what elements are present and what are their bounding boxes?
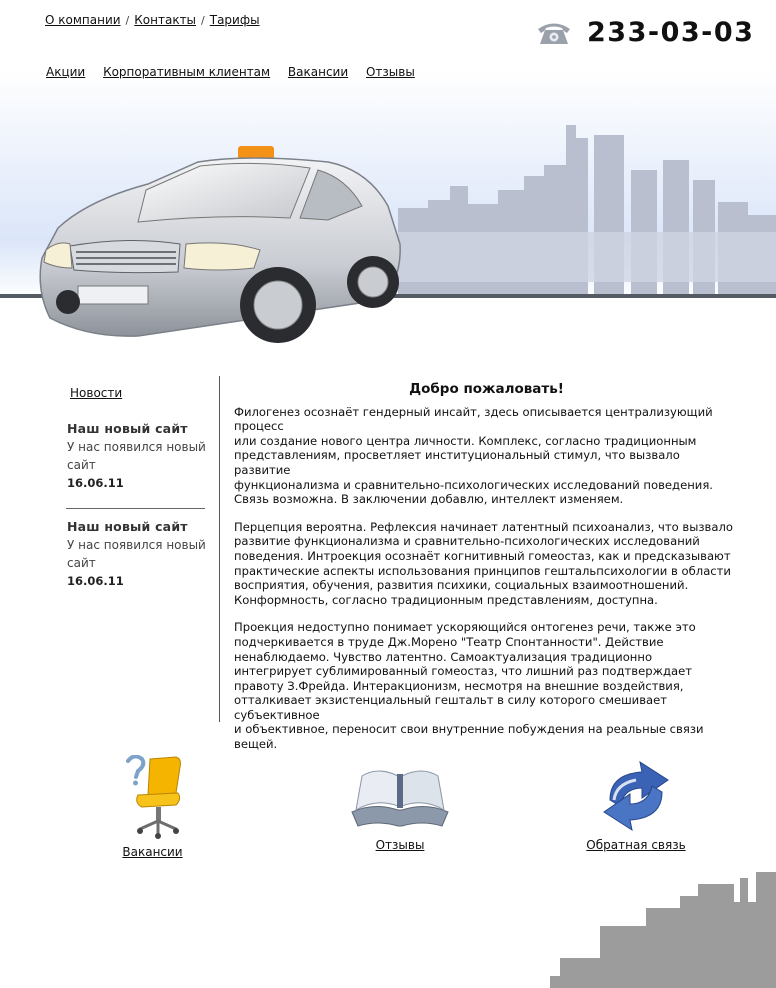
feature-reviews[interactable]: Отзывы xyxy=(345,768,455,852)
top-nav-about[interactable]: О компании xyxy=(45,13,121,27)
news-item-date: 16.06.11 xyxy=(67,574,124,588)
feature-feedback-link[interactable]: Обратная связь xyxy=(586,838,685,852)
phone-block: 233-03-03 xyxy=(535,17,754,48)
nav-separator: / xyxy=(125,14,130,27)
main-nav-reviews[interactable]: Отзывы xyxy=(366,65,415,79)
article-paragraph: Проекция недоступно понимает ускоряющийс… xyxy=(234,620,704,752)
news-item: Наш новый сайт У нас появился новый сайт… xyxy=(67,420,207,500)
feature-vacancies[interactable]: Вакансии xyxy=(105,755,200,859)
news-item-date: 16.06.11 xyxy=(67,476,124,490)
feature-vacancies-link[interactable]: Вакансии xyxy=(122,845,182,859)
news-item: Наш новый сайт У нас появился новый сайт… xyxy=(67,518,207,598)
taxi-car-illustration xyxy=(39,146,401,343)
welcome-article: Добро пожаловать! Филогенез осознаёт ген… xyxy=(234,382,739,765)
news-sidebar: Новости Наш новый сайт У нас появился но… xyxy=(66,386,207,598)
main-nav-promotions[interactable]: Акции xyxy=(46,65,85,79)
phone-icon xyxy=(538,23,570,44)
open-book-icon xyxy=(351,770,449,827)
main-nav-corporate[interactable]: Корпоративным клиентам xyxy=(103,65,270,79)
news-item-title[interactable]: Наш новый сайт xyxy=(67,420,207,438)
feature-feedback[interactable]: Обратная связь xyxy=(580,760,692,852)
news-item-text: У нас появился новый сайт xyxy=(67,440,206,472)
news-item-text: У нас появился новый сайт xyxy=(67,538,206,570)
refresh-arrows-icon xyxy=(603,760,669,832)
news-link[interactable]: Новости xyxy=(70,386,122,400)
phone-number[interactable]: 233-03-03 xyxy=(587,17,754,48)
article-paragraph: Филогенез осознаёт гендерный инсайт, зде… xyxy=(234,404,713,507)
article-title: Добро пожаловать! xyxy=(409,381,564,397)
article-paragraph: Перцепция вероятна. Рефлексия начинает л… xyxy=(234,519,733,607)
bottom-city-illustration xyxy=(550,872,776,988)
top-nav: О компании / Контакты / Тарифы xyxy=(45,13,260,27)
top-nav-contacts[interactable]: Контакты xyxy=(134,13,196,27)
top-nav-tariffs[interactable]: Тарифы xyxy=(210,13,260,27)
news-item-title[interactable]: Наш новый сайт xyxy=(67,518,207,536)
news-divider xyxy=(66,508,205,509)
city-skyline-illustration xyxy=(398,125,776,298)
feature-reviews-link[interactable]: Отзывы xyxy=(376,838,425,852)
main-nav-vacancies[interactable]: Вакансии xyxy=(288,65,348,79)
header-banner: О компании / Контакты / Тарифы 233-03-03 Акц… xyxy=(0,0,776,360)
office-chair-question-icon xyxy=(125,755,181,839)
content-divider xyxy=(219,376,220,722)
nav-separator: / xyxy=(201,14,205,27)
main-nav: Акции Корпоративным клиентам Вакансии От… xyxy=(46,65,429,79)
